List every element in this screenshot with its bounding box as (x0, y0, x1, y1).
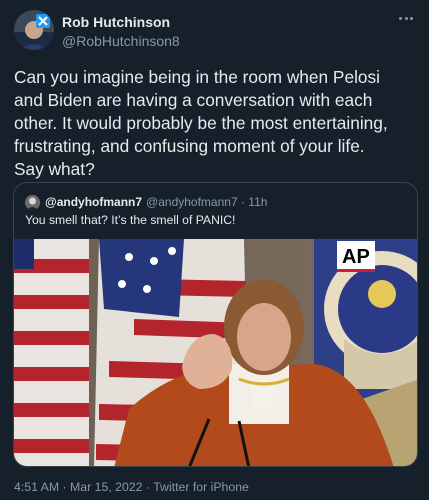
quoted-author-avatar[interactable] (25, 194, 40, 210)
quoted-tweet[interactable]: @andyhofmann7 @andyhofmann7 · 11h You sm… (13, 182, 418, 467)
quoted-tweet-header: @andyhofmann7 @andyhofmann7 · 11h (25, 194, 267, 210)
quoted-media-image[interactable]: AP (14, 239, 417, 466)
quoted-tweet-text: You smell that? It’s the smell of PANIC! (25, 213, 236, 227)
tweet-card: Rob Hutchinson @RobHutchinson8 Can you i… (0, 0, 429, 500)
tweet-body: Can you imagine being in the room when P… (14, 67, 388, 179)
author-block[interactable]: Rob Hutchinson @RobHutchinson8 (62, 13, 180, 50)
ap-badge: AP (342, 246, 370, 268)
author-name[interactable]: Rob Hutchinson (62, 13, 180, 31)
media-illustration: AP (14, 239, 417, 466)
author-handle[interactable]: @RobHutchinson8 (62, 32, 180, 50)
quoted-author-handle[interactable]: @andyhofmann7 (146, 195, 238, 209)
more-horizontal-icon[interactable] (395, 10, 417, 26)
quoted-author-name[interactable]: @andyhofmann7 (45, 195, 142, 209)
quoted-time[interactable]: 11h (248, 195, 267, 209)
quoted-separator: · (237, 195, 249, 209)
quoted-avatar-image (25, 194, 40, 210)
tweet-timestamp[interactable]: 4:51 AM · Mar 15, 2022 · Twitter for iPh… (14, 480, 249, 494)
author-avatar[interactable] (14, 10, 54, 50)
avatar-image (14, 10, 54, 50)
